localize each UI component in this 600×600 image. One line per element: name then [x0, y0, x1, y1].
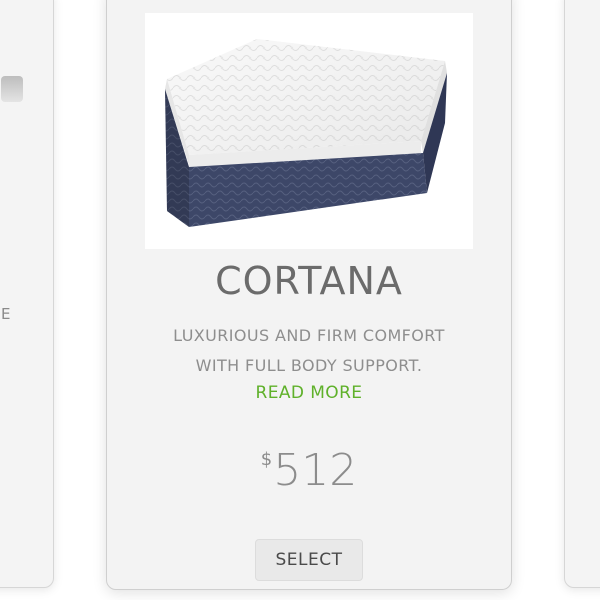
product-card: CORTANA LUXURIOUS AND FIRM COMFORT WITH …	[106, 0, 512, 590]
product-carousel: E CORTANA LUXURIOUS AND FIRM COMFORT WIT…	[0, 0, 600, 600]
price-amount: 512	[273, 445, 358, 496]
product-description: LUXURIOUS AND FIRM COMFORT WITH FULL BOD…	[127, 321, 491, 381]
product-description-line-2: WITH FULL BODY SUPPORT.	[195, 356, 423, 375]
previous-product-image	[1, 76, 23, 102]
product-price: $512	[107, 445, 511, 496]
product-description-line-1: LUXURIOUS AND FIRM COMFORT	[173, 326, 445, 345]
mattress-image	[145, 13, 473, 249]
price-currency-symbol: $	[260, 449, 273, 470]
previous-product-description-fragment: E	[1, 305, 11, 323]
previous-product-card[interactable]: E	[0, 0, 54, 588]
product-title: CORTANA	[215, 259, 403, 303]
next-product-card[interactable]	[564, 0, 600, 588]
read-more-link[interactable]: READ MORE	[107, 383, 511, 403]
select-button[interactable]: SELECT	[255, 539, 363, 581]
